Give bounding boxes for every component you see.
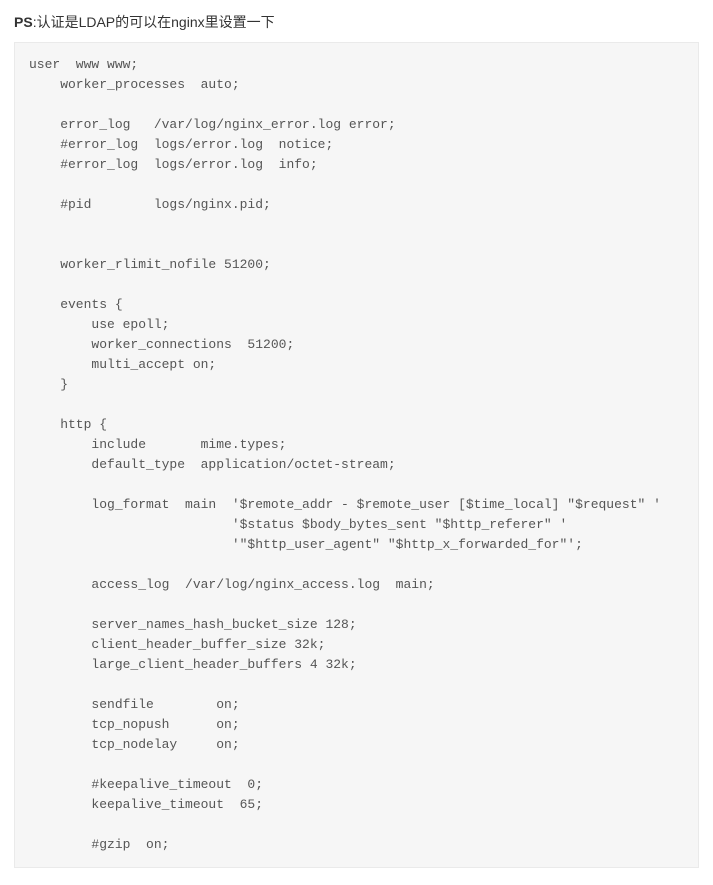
code-content: user www www; worker_processes auto; err… [29,57,661,852]
header-prefix: PS [14,14,33,30]
nginx-config-code: user www www; worker_processes auto; err… [14,42,699,868]
header-description: :认证是LDAP的可以在nginx里设置一下 [33,14,275,30]
header-note: PS:认证是LDAP的可以在nginx里设置一下 [0,0,713,42]
